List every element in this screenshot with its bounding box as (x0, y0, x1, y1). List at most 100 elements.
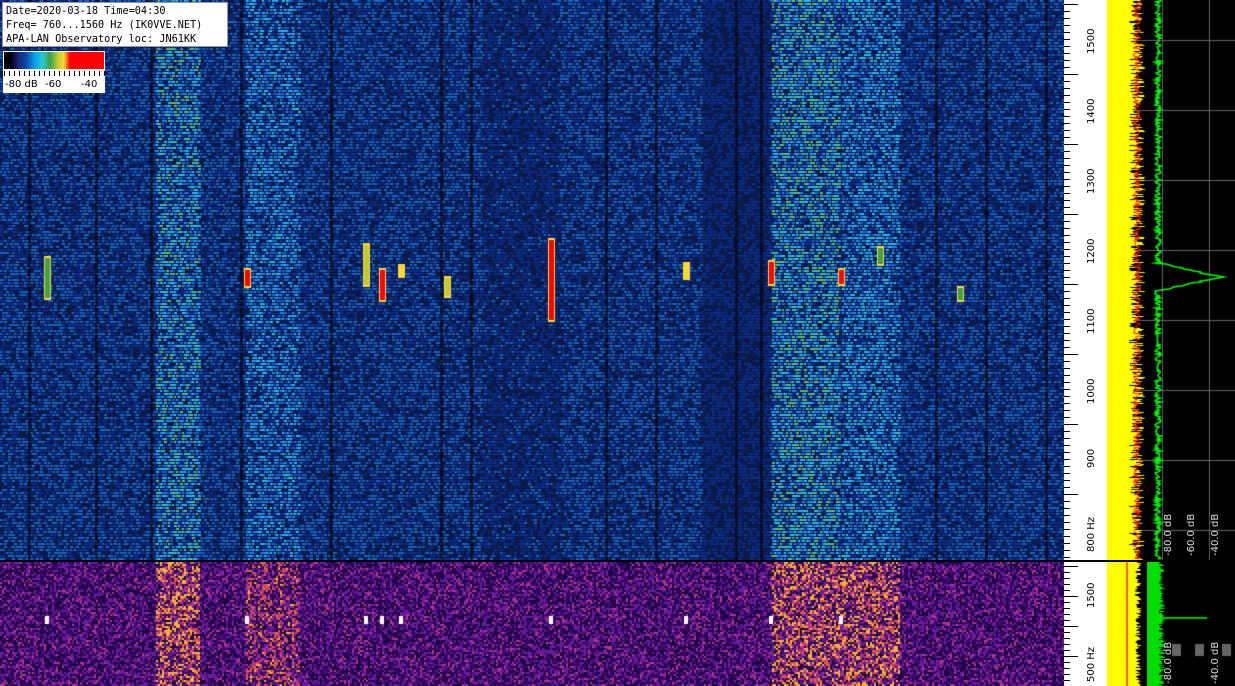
frequency-scale-wideband: 1500 500 Hz (1064, 562, 1107, 686)
frequency-tick (1064, 452, 1070, 453)
frequency-tick (1064, 382, 1070, 383)
frequency-tick (1064, 207, 1070, 208)
frequency-tick (1064, 515, 1070, 516)
frequency-tick (1064, 389, 1070, 390)
frequency-tick (1064, 508, 1070, 509)
freq-label: 1100 (1086, 308, 1097, 334)
frequency-tick (1064, 445, 1070, 446)
frequency-tick (1064, 638, 1070, 639)
db-label: -80.0 dB (1163, 641, 1174, 684)
colorbar-tick (89, 71, 90, 76)
frequency-tick (1064, 18, 1070, 19)
color-scale-labels: -80 dB -60 -40 (3, 79, 105, 91)
colorbar-tick (64, 71, 65, 76)
colorbar-tick (34, 71, 35, 76)
frequency-tick (1064, 151, 1070, 152)
frequency-tick (1064, 172, 1070, 173)
colorbar-tick (74, 71, 75, 76)
color-scale-legend: -80 dB -60 -40 (3, 51, 105, 93)
frequency-tick (1064, 608, 1070, 609)
frequency-tick (1064, 557, 1070, 558)
db-label: -60.0 dB (1186, 513, 1197, 556)
frequency-tick (1064, 543, 1070, 544)
frequency-tick (1064, 340, 1070, 341)
frequency-tick (1064, 487, 1070, 488)
frequency-tick (1064, 109, 1070, 110)
frequency-tick (1064, 130, 1070, 131)
db-label: -40.0 dB (1210, 513, 1221, 556)
frequency-tick (1064, 256, 1070, 257)
frequency-tick (1064, 424, 1078, 425)
colorbar-tick (104, 71, 105, 76)
frequency-tick (1064, 529, 1070, 530)
freq-label: 1500 (1086, 28, 1097, 54)
colorbar-tick (4, 71, 5, 76)
frequency-tick (1064, 81, 1070, 82)
frequency-tick (1064, 144, 1078, 145)
db-label: -40.0 dB (1210, 641, 1221, 684)
frequency-tick (1064, 221, 1070, 222)
frequency-scale-main: 1500 1400 1300 1200 1100 1000 900 800 Hz (1064, 0, 1107, 560)
frequency-tick (1064, 102, 1070, 103)
frequency-tick (1064, 158, 1070, 159)
frequency-tick (1064, 11, 1070, 12)
colorbar-tick (39, 71, 40, 76)
colorbar-tick (29, 71, 30, 76)
colorbar-tick (79, 71, 80, 76)
frequency-tick (1064, 494, 1078, 495)
frequency-tick (1064, 291, 1070, 292)
observatory-text: APA-LAN Observatory loc: JN61KK (6, 34, 197, 45)
freq-label: 1200 (1086, 238, 1097, 264)
colorbar-tick (99, 71, 100, 76)
colorbar-tick (84, 71, 85, 76)
frequency-tick (1064, 277, 1070, 278)
frequency-tick (1064, 326, 1070, 327)
colorbar-label: -40 (81, 79, 98, 90)
colorbar-tick (9, 71, 10, 76)
spectrum-plot-main (1107, 0, 1235, 560)
frequency-tick (1064, 668, 1070, 669)
frequency-tick (1064, 242, 1070, 243)
frequency-tick (1064, 235, 1070, 236)
frequency-tick (1064, 305, 1070, 306)
frequency-tick (1064, 656, 1078, 657)
freq-label: 1500 (1086, 582, 1097, 608)
freq-label: 500 Hz (1086, 646, 1097, 682)
freq-label: 900 (1086, 448, 1097, 468)
frequency-tick (1064, 186, 1070, 187)
frequency-tick (1064, 361, 1070, 362)
frequency-tick (1064, 60, 1070, 61)
colorbar-tick (94, 71, 95, 76)
freq-label: 1000 (1086, 378, 1097, 404)
db-label: -80.0 dB (1163, 513, 1174, 556)
frequency-tick (1064, 674, 1070, 675)
frequency-tick (1064, 200, 1070, 201)
frequency-tick (1064, 270, 1070, 271)
frequency-tick (1064, 179, 1070, 180)
colorbar-tick (54, 71, 55, 76)
frequency-range-text: Freq= 760...1560 Hz (IK0VVE.NET) (6, 20, 203, 31)
frequency-tick (1064, 74, 1078, 75)
frequency-tick (1064, 333, 1070, 334)
colorbar-tick (24, 71, 25, 76)
frequency-tick (1064, 596, 1078, 597)
date-time-text: Date=2020-03-18 Time=04:30 (6, 6, 166, 17)
frequency-tick (1064, 88, 1070, 89)
color-scale-ticks (4, 71, 105, 79)
frequency-tick (1064, 473, 1070, 474)
freq-label: 1300 (1086, 168, 1097, 194)
frequency-tick (1064, 284, 1078, 285)
frequency-tick (1064, 417, 1070, 418)
frequency-tick (1064, 368, 1070, 369)
frequency-tick (1064, 39, 1070, 40)
frequency-tick (1064, 46, 1070, 47)
frequency-tick (1064, 95, 1070, 96)
frequency-tick (1064, 650, 1070, 651)
frequency-tick (1064, 632, 1070, 633)
frequency-tick (1064, 438, 1070, 439)
frequency-tick (1064, 459, 1070, 460)
frequency-tick (1064, 522, 1070, 523)
waterfall-wideband (0, 562, 1064, 686)
frequency-tick (1064, 53, 1070, 54)
frequency-tick (1064, 312, 1070, 313)
